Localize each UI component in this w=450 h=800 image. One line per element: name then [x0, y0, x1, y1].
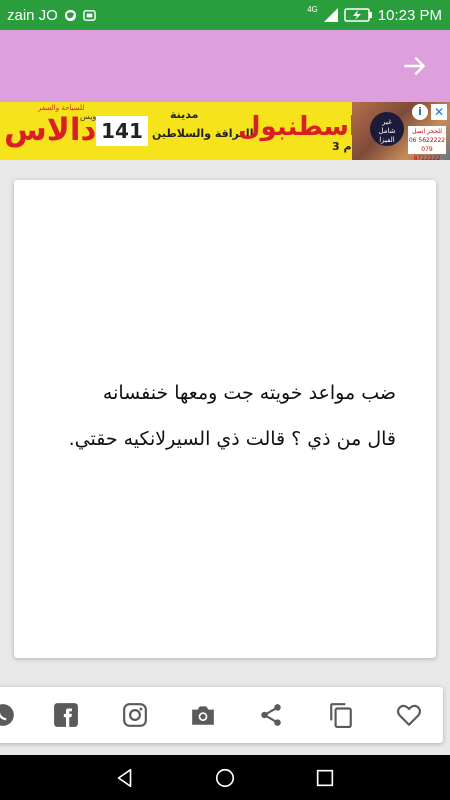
globe-icon [64, 9, 76, 21]
ad-contact-phone2: 079 8722222 [413, 146, 441, 160]
recents-square-icon[interactable] [314, 767, 336, 789]
ad-badge-line1: غير [382, 118, 392, 126]
network-type: 4G [307, 5, 318, 14]
ad-contact-phone1: 06 5622222 [408, 137, 446, 144]
camera-icon[interactable] [190, 702, 216, 728]
post-line-2: قال من ذي ؟ قالت ذي السيرلانكيه حقتي. [68, 428, 396, 450]
ad-badge-line2: شامل [378, 127, 396, 135]
ad-badge-line3: الفيزا [379, 136, 395, 144]
home-circle-icon[interactable] [214, 767, 236, 789]
clock: 10:23 PM [377, 6, 442, 24]
carrier-name: zain JO [7, 6, 58, 24]
post-card: ضب مواعد خويته جت ومعها خنفسانه قال من ذ… [14, 180, 436, 658]
signal-icon [323, 8, 338, 22]
ad-contact: للحجز اتصل 06 5622222 079 8722222 [408, 126, 446, 160]
status-bar: zain JO 4G 10:23 PM [0, 0, 450, 30]
info-icon[interactable]: i [412, 104, 428, 120]
arrow-right-icon[interactable] [402, 53, 428, 79]
ad-brand-sub: ويس [80, 112, 97, 121]
post-text: ضب مواعد خويته جت ومعها خنفسانه قال من ذ… [54, 370, 396, 462]
ad-brand-small: للسياحة والسفر [38, 104, 85, 112]
facebook-icon[interactable] [53, 702, 79, 728]
ad-price: 141 [96, 116, 148, 146]
whatsapp-icon[interactable] [0, 702, 16, 728]
ad-city-label: مدينة [170, 108, 199, 121]
app-notification-icon [83, 9, 96, 21]
share-icon[interactable] [258, 702, 284, 728]
ad-visa-badge: غير شامل الفيزا [370, 112, 404, 146]
instagram-icon[interactable] [122, 702, 148, 728]
system-nav-bar [0, 755, 450, 800]
ad-contact-header: للحجز اتصل [412, 128, 442, 135]
battery-icon [344, 8, 372, 22]
post-line-1: ضب مواعد خويته جت ومعها خنفسانه [102, 382, 396, 404]
close-icon[interactable]: ✕ [431, 104, 447, 120]
app-bar [0, 30, 450, 102]
back-triangle-icon[interactable] [114, 767, 136, 789]
heart-icon[interactable] [396, 702, 422, 728]
copy-icon[interactable] [328, 702, 354, 728]
share-bar [0, 687, 443, 743]
ad-destination: اسطنبول [238, 112, 358, 142]
ad-banner[interactable]: دالاس للسياحة والسفر ويس 141 مدينة العرا… [0, 102, 450, 160]
